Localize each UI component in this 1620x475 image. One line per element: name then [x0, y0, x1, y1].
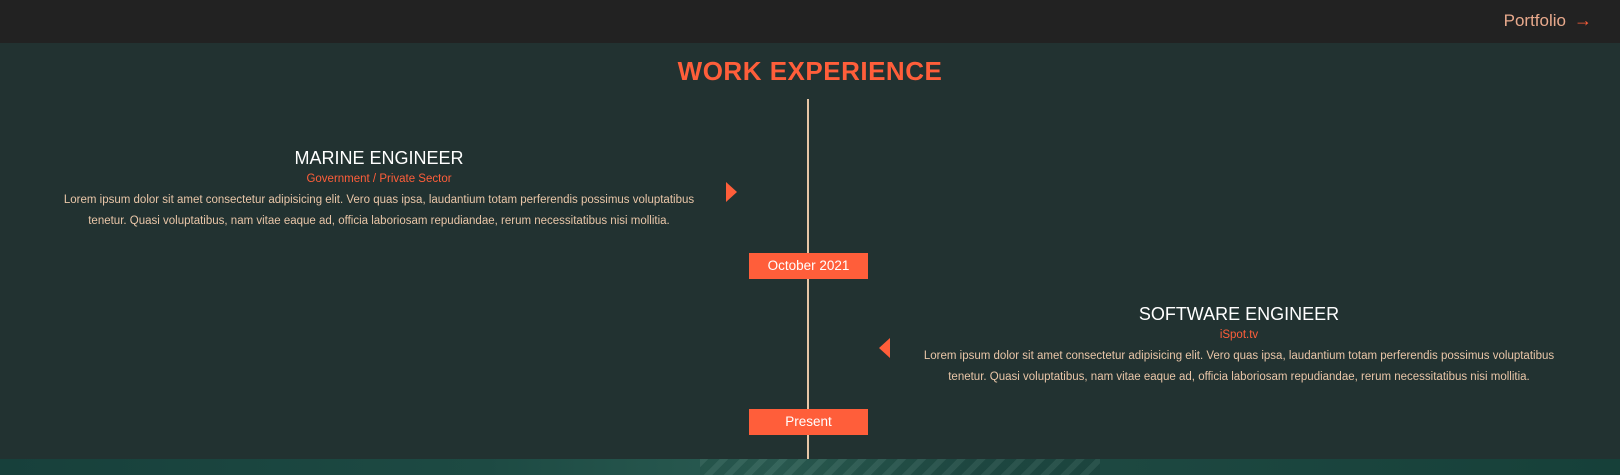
timeline-line: [807, 99, 809, 459]
job-description: Lorem ipsum dolor sit amet consectetur a…: [40, 190, 718, 232]
portfolio-link[interactable]: Portfolio →: [1504, 10, 1592, 31]
description-line: tenetur. Quasi voluptatibus, nam vitae e…: [948, 371, 1530, 383]
pointer-left-icon: [879, 338, 890, 358]
top-navbar: Portfolio →: [0, 0, 1620, 43]
description-line: tenetur. Quasi voluptatibus, nam vitae e…: [88, 215, 670, 227]
pointer-right-icon: [726, 182, 737, 202]
section-title: WORK EXPERIENCE: [677, 56, 943, 86]
timeline-entry-software-engineer: SOFTWARE ENGINEER iSpot.tv Lorem ipsum d…: [900, 304, 1578, 388]
work-experience-section: [0, 43, 1620, 459]
background-pattern: [700, 459, 1100, 475]
next-section-background: [0, 459, 1620, 475]
company-name: Government / Private Sector: [306, 173, 452, 185]
date-badge: October 2021: [749, 253, 868, 279]
portfolio-label: Portfolio: [1503, 10, 1566, 30]
job-description: Lorem ipsum dolor sit amet consectetur a…: [900, 346, 1578, 388]
timeline-entry-marine-engineer: MARINE ENGINEER Government / Private Sec…: [40, 148, 718, 232]
arrow-right-icon: →: [1574, 10, 1592, 30]
description-line: Lorem ipsum dolor sit amet consectetur a…: [923, 350, 1555, 362]
description-line: Lorem ipsum dolor sit amet consectetur a…: [63, 194, 695, 206]
job-title: SOFTWARE ENGINEER: [1138, 304, 1340, 324]
date-badge: Present: [749, 409, 868, 435]
job-title: MARINE ENGINEER: [294, 148, 464, 168]
company-name: iSpot.tv: [1219, 329, 1259, 341]
